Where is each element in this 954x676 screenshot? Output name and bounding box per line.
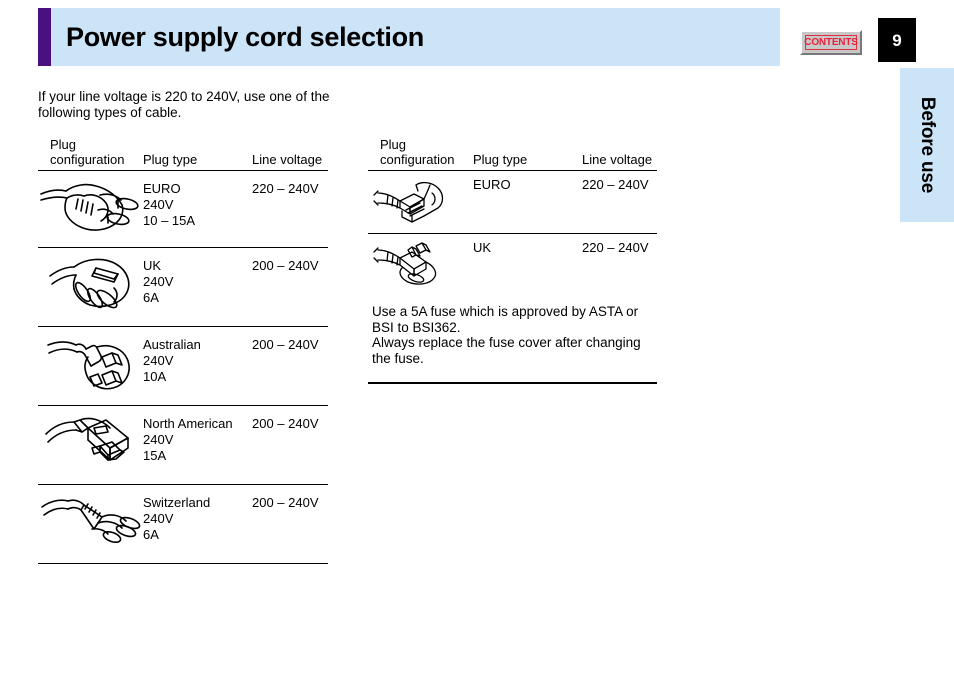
cell-plug-type: North American 240V 15A [143,416,233,463]
column-header-line-voltage: Line voltage [252,152,323,167]
uk-angled-plug-icon [372,240,456,297]
column-header-plug-type: Plug type [143,152,198,167]
column-header-plug-configuration: Plug configuration [50,137,125,167]
cell-plug-type: UK 240V 6A [143,258,174,305]
table-row: EURO 240V 10 – 15A 220 – 240V [38,171,328,247]
table-row: Australian 240V 10A 200 – 240V [38,327,328,405]
page-number-box: 9 [878,18,916,62]
cell-plug-type: UK [473,240,492,255]
australian-plug-icon [46,333,146,402]
page-number: 9 [892,30,902,50]
table-row: EURO 220 – 240V [368,171,657,233]
table-bottom-rule [368,382,657,384]
table-row: North American 240V 15A 200 – 240V [38,406,328,484]
contents-button[interactable]: CONTENTS [800,30,862,55]
euro-plug-icon [38,177,142,244]
table-row: UK 240V 6A 200 – 240V [38,248,328,326]
side-tab-before-use[interactable]: Before use [900,68,954,222]
cell-line-voltage: 200 – 240V [252,258,319,273]
north-american-plug-icon [44,414,144,479]
left-cord-table: Plug configuration Plug type Line voltag… [38,137,328,564]
column-header-plug-configuration: Plug configuration [380,137,455,167]
cell-plug-type: Australian 240V 10A [143,337,201,384]
fuse-note-text: Use a 5A fuse which is approved by ASTA … [372,304,641,366]
column-header-line-voltage: Line voltage [582,152,653,167]
table-bottom-rule [38,563,328,564]
switzerland-plug-icon [40,493,144,556]
contents-button-label: CONTENTS [804,37,858,48]
table-header-row: Plug configuration Plug type Line voltag… [368,137,657,170]
cell-line-voltage: 200 – 240V [252,416,319,431]
cell-line-voltage: 220 – 240V [582,240,649,255]
cell-plug-type: EURO 240V 10 – 15A [143,181,196,228]
intro-paragraph: If your line voltage is 220 to 240V, use… [38,89,330,120]
cell-line-voltage: 220 – 240V [252,181,319,196]
cell-plug-type: EURO [473,177,511,192]
cell-plug-type: Switzerland 240V 6A [143,495,211,542]
header-accent-bar [38,8,51,66]
table-header-row: Plug configuration Plug type Line voltag… [38,137,328,170]
column-header-plug-type: Plug type [473,152,528,167]
page-title: Power supply cord selection [66,22,424,52]
table-row: Switzerland 240V 6A 200 – 240V [38,485,328,563]
euro-angled-plug-icon [372,177,456,234]
cell-line-voltage: 200 – 240V [252,495,319,510]
cell-line-voltage: 220 – 240V [582,177,649,192]
side-tab-label: Before use [917,96,938,194]
cell-line-voltage: 200 – 240V [252,337,319,352]
contents-button-inner: CONTENTS [804,35,858,50]
table-row: UK 220 – 240V [368,234,657,296]
uk-plug-icon [48,254,146,323]
